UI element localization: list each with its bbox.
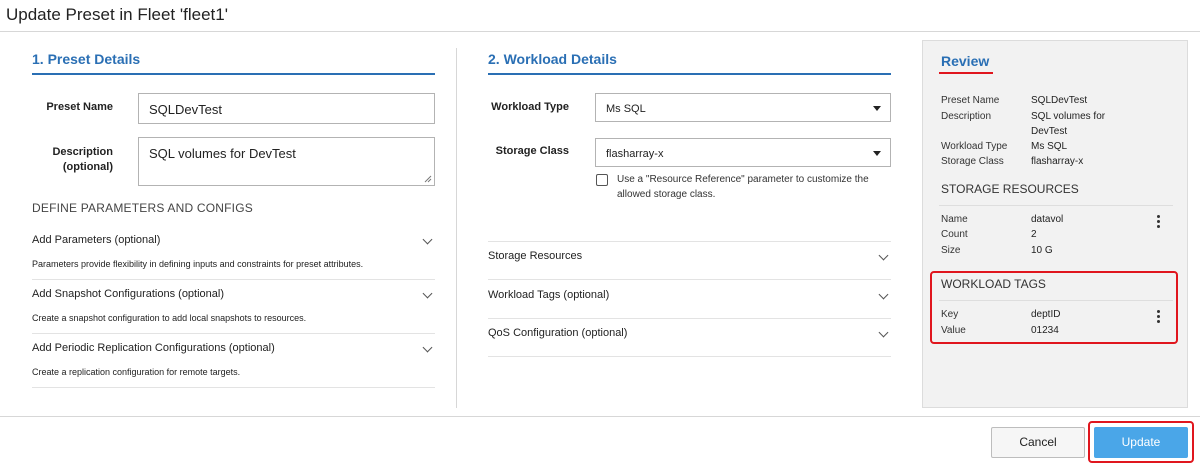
resource-size-value: 10 G [1031, 245, 1053, 256]
dialog-title-bar: Update Preset in Fleet 'fleet1' [0, 0, 1200, 32]
storage-resources-heading: STORAGE RESOURCES [941, 182, 1079, 196]
resource-reference-text: Use a "Resource Reference" parameter to … [617, 172, 892, 202]
resource-reference-checkbox[interactable] [596, 174, 608, 186]
accordion-title: Add Periodic Replication Configurations … [32, 342, 275, 354]
description-label: Description (optional) [40, 145, 113, 175]
description-label-line1: Description [52, 146, 113, 158]
accordion-qos-configuration[interactable]: QoS Configuration (optional) [488, 327, 891, 357]
resize-handle-icon[interactable] [424, 175, 432, 183]
review-workload-type-label: Workload Type [941, 141, 1008, 152]
cancel-button[interactable]: Cancel [991, 427, 1085, 458]
accordion-workload-tags[interactable]: Workload Tags (optional) [488, 289, 891, 319]
dialog-title: Update Preset in Fleet 'fleet1' [6, 5, 228, 24]
accordion-title: Add Snapshot Configurations (optional) [32, 288, 225, 300]
chevron-down-icon [422, 342, 433, 353]
resource-more-icon[interactable] [1157, 215, 1161, 231]
description-textarea[interactable]: SQL volumes for DevTest [138, 137, 435, 186]
accordion-add-replication[interactable]: Add Periodic Replication Configurations … [32, 342, 435, 388]
accordion-title: Storage Resources [488, 250, 583, 262]
storage-class-label: Storage Class [495, 145, 569, 157]
description-label-line2: (optional) [62, 161, 113, 173]
resource-reference-text-line2: allowed storage class. [617, 189, 716, 200]
accordion-title: QoS Configuration (optional) [488, 327, 628, 339]
review-storage-class-value: flasharray-x [1031, 156, 1084, 167]
review-description-line1: SQL volumes for [1031, 111, 1106, 122]
preset-details-rule [32, 73, 435, 75]
caret-down-icon [873, 106, 881, 111]
storage-class-select[interactable]: flasharray-x [595, 138, 891, 167]
chevron-down-icon [422, 234, 433, 245]
chevron-down-icon [878, 327, 889, 338]
chevron-down-icon [878, 289, 889, 300]
review-heading: Review [941, 53, 990, 69]
define-params-heading: DEFINE PARAMETERS AND CONFIGS [32, 201, 253, 215]
workload-type-select[interactable]: Ms SQL [595, 93, 891, 122]
workload-type-label: Workload Type [491, 101, 569, 113]
review-preset-name-label: Preset Name [941, 95, 1000, 106]
resource-name-label: Name [941, 214, 968, 225]
resource-count-value: 2 [1031, 229, 1037, 240]
accordion-storage-resources[interactable]: Storage Resources [488, 250, 891, 280]
accordion-title: Workload Tags (optional) [488, 289, 610, 301]
preset-name-label: Preset Name [46, 101, 113, 113]
workload-type-value: Ms SQL [606, 103, 646, 115]
accordion-add-snapshot[interactable]: Add Snapshot Configurations (optional) C… [32, 288, 435, 334]
review-description-label: Description [941, 111, 992, 122]
review-description-value: SQL volumes for DevTest [1031, 109, 1105, 139]
resource-reference-text-line1: Use a "Resource Reference" parameter to … [617, 174, 869, 185]
preset-name-value: SQLDevTest [149, 102, 222, 117]
footer-divider [0, 416, 1200, 417]
accordion-description: Create a snapshot configuration to add l… [32, 313, 307, 323]
chevron-down-icon [878, 250, 889, 261]
workload-sections-top-rule [488, 241, 891, 242]
review-storage-class-label: Storage Class [941, 156, 1004, 167]
review-panel: Review Preset Name SQLDevTest Descriptio… [922, 40, 1188, 408]
review-heading-underline [939, 72, 993, 74]
workload-details-heading: 2. Workload Details [488, 51, 617, 67]
accordion-description: Create a replication configuration for r… [32, 367, 241, 377]
storage-class-value: flasharray-x [606, 148, 664, 160]
workload-details-rule [488, 73, 891, 75]
caret-down-icon [873, 151, 881, 156]
storage-resources-rule [939, 205, 1173, 206]
accordion-title: Add Parameters (optional) [32, 234, 161, 246]
column-divider [456, 48, 457, 408]
update-button[interactable]: Update [1094, 427, 1188, 458]
review-description-line2: DevTest [1031, 126, 1068, 137]
workload-tags-highlight [930, 271, 1178, 344]
preset-details-heading: 1. Preset Details [32, 51, 141, 67]
resource-name-value: datavol [1031, 214, 1064, 225]
review-workload-type-value: Ms SQL [1031, 141, 1068, 152]
accordion-description: Parameters provide flexibility in defini… [32, 259, 364, 269]
description-value: SQL volumes for DevTest [149, 146, 296, 161]
review-preset-name-value: SQLDevTest [1031, 95, 1088, 106]
accordion-add-parameters[interactable]: Add Parameters (optional) Parameters pro… [32, 234, 435, 280]
resource-size-label: Size [941, 245, 961, 256]
preset-name-input[interactable]: SQLDevTest [138, 93, 435, 124]
resource-count-label: Count [941, 229, 968, 240]
chevron-down-icon [422, 288, 433, 299]
